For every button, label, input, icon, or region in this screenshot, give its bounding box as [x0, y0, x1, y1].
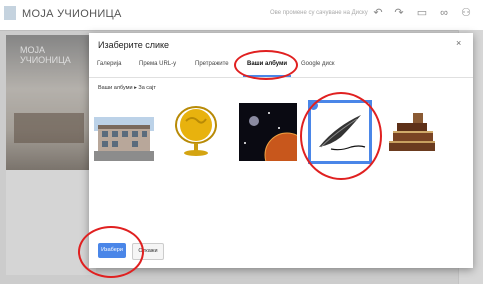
- tab-search[interactable]: Претражите: [195, 61, 229, 67]
- tab-google-drive[interactable]: Google диск: [301, 61, 335, 67]
- dialog-title: Изаберите слике: [98, 40, 170, 50]
- site-editor: МОЈА УЧИОНИЦА Ове промене су сачуване на…: [0, 0, 483, 284]
- annotation-circle-image: [300, 92, 382, 180]
- golden-globe-image[interactable]: [166, 103, 226, 161]
- planets-image[interactable]: [239, 103, 310, 178]
- link-icon[interactable]: ∞: [438, 7, 450, 19]
- annotation-circle-button: [78, 226, 144, 278]
- breadcrumb: Ваши албуми ▸ За сајт: [98, 85, 156, 91]
- tab-by-url[interactable]: Према URL-у: [139, 61, 176, 67]
- page-icon: [4, 6, 16, 20]
- school-building-image[interactable]: [94, 103, 154, 161]
- share-icon[interactable]: ⚇: [460, 7, 472, 19]
- preview-icon[interactable]: ▭: [416, 7, 428, 19]
- close-icon[interactable]: ×: [456, 38, 461, 48]
- redo-icon[interactable]: ↷: [393, 7, 405, 19]
- image-grid: ✓: [89, 93, 473, 178]
- annotation-circle-tab: [234, 50, 298, 80]
- undo-icon[interactable]: ↶: [372, 7, 384, 19]
- site-title: МОЈА УЧИОНИЦА: [22, 8, 122, 20]
- old-books-image[interactable]: [383, 103, 441, 161]
- top-toolbar: МОЈА УЧИОНИЦА Ове промене су сачуване на…: [0, 0, 483, 31]
- save-status: Ове промене су сачуване на Диску: [270, 10, 368, 16]
- tab-gallery[interactable]: Галерија: [97, 61, 121, 67]
- dialog-footer: Изабери Откажи: [89, 236, 473, 268]
